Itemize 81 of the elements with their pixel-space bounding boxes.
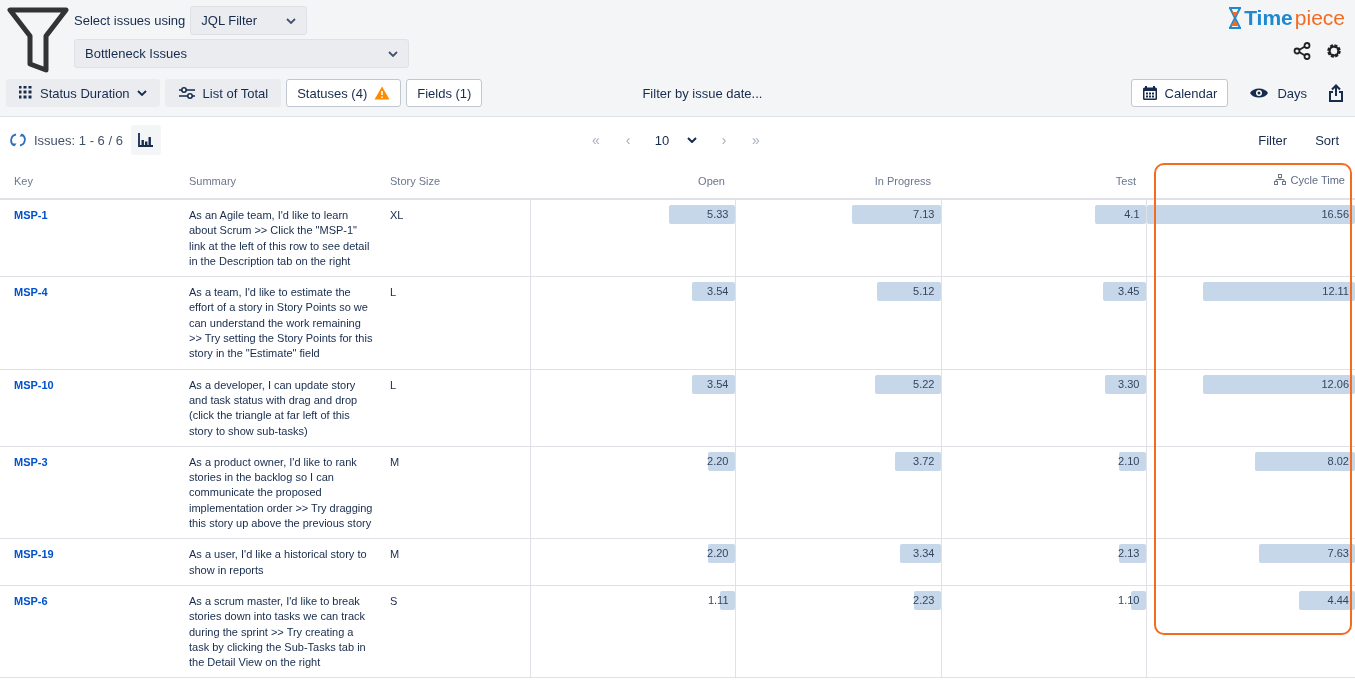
warning-icon <box>374 86 391 100</box>
duration-value: 4.44 <box>1327 592 1350 608</box>
issue-count: Issues: 1 - 6 / 6 <box>34 132 123 148</box>
duration-value: 7.63 <box>1327 546 1350 562</box>
issue-key-link[interactable]: MSP-6 <box>14 594 48 607</box>
summary-cell: As a product owner, I'd like to rank stories in the backlog so I can communicate the proposed implementation order >> Try dragging this story up above the previous story <box>189 455 373 530</box>
issue-key-link[interactable]: MSP-3 <box>14 455 48 468</box>
hierarchy-icon <box>1273 174 1286 186</box>
duration-value: 12.06 <box>1321 376 1350 392</box>
select-label: Select issues using <box>74 13 186 28</box>
chevron-down-icon <box>136 90 147 96</box>
toolbar-button[interactable]: Statuses (4) <box>286 79 402 107</box>
eye-icon <box>1249 86 1270 100</box>
app-logo: Timepiece <box>1228 6 1345 30</box>
duration-value: 2.20 <box>707 453 730 469</box>
duration-value: 2.23 <box>913 592 936 608</box>
column-header[interactable]: In Progress <box>874 174 931 187</box>
duration-value: 2.10 <box>1118 453 1141 469</box>
summary-cell: As a developer, I can update story and task status with drag and drop (click the triangle at far left of this story to show sub-tasks) <box>189 378 358 437</box>
settings-icon[interactable] <box>1325 42 1343 60</box>
duration-value: 2.20 <box>707 546 730 562</box>
summary-cell: As a user, I'd like a historical story to show in reports <box>189 548 367 576</box>
summary-cell: As an Agile team, I'd like to learn about Scrum >> Click the "MSP-1" link at the left of this row to see detail in the Description tab on the right <box>189 209 370 267</box>
duration-value: 5.12 <box>913 284 936 300</box>
issue-key-link[interactable]: MSP-10 <box>14 378 54 391</box>
toolbar-button[interactable]: Fields (1) <box>406 79 483 107</box>
filter-mode-dropdown[interactable]: JQL Filter <box>190 6 308 35</box>
duration-value: 1.10 <box>1118 592 1141 608</box>
column-header[interactable]: Key <box>14 174 33 187</box>
grid-icon <box>19 86 33 100</box>
duration-value: 3.34 <box>913 546 936 562</box>
duration-value: 3.30 <box>1118 376 1141 392</box>
issue-key-link[interactable]: MSP-4 <box>14 286 48 299</box>
calendar-button[interactable]: Calendar <box>1130 79 1229 107</box>
summary-cell: As a scrum master, I'd like to break stories down into tasks we can track during the sprint >> Try creating a task by clicking the Sub-Tasks tab in the Detail View on the right <box>189 594 366 669</box>
refresh-icon[interactable] <box>10 132 26 148</box>
issue-key-link[interactable]: MSP-1 <box>14 209 48 221</box>
chevron-down-icon <box>388 50 398 57</box>
duration-value: 1.11 <box>707 592 730 608</box>
column-header[interactable]: Summary <box>189 174 237 187</box>
calendar-icon <box>1141 85 1158 101</box>
chart-toggle-button[interactable] <box>130 125 161 155</box>
column-header[interactable]: Open <box>698 174 725 187</box>
sliders-icon <box>177 86 196 100</box>
duration-value: 3.54 <box>707 376 730 392</box>
export-icon[interactable] <box>1328 84 1344 102</box>
bar-chart-icon <box>137 133 154 147</box>
filter-button[interactable]: Filter <box>1252 132 1294 148</box>
summary-cell: As a team, I'd like to estimate the effort of a story in Story Points so we can understand the work remaining >> Try setting the Story Points for this story in the "Estimate" field <box>189 286 373 360</box>
sort-button[interactable]: Sort <box>1309 132 1345 148</box>
story-size-cell: M <box>390 548 400 561</box>
toolbar-button[interactable]: List of Total <box>164 79 282 107</box>
duration-value: 3.72 <box>913 453 936 469</box>
date-filter-link[interactable]: Filter by issue date... <box>642 85 763 101</box>
duration-value: 3.54 <box>707 284 730 300</box>
duration-value: 5.22 <box>913 376 936 392</box>
duration-value: 5.33 <box>707 206 730 222</box>
filter-funnel-icon <box>6 6 70 74</box>
saved-filter-dropdown[interactable]: Bottleneck Issues <box>74 39 409 68</box>
issue-key-link[interactable]: MSP-19 <box>14 548 54 561</box>
chevron-down-icon <box>687 137 698 143</box>
duration-value: 8.02 <box>1327 453 1350 469</box>
story-size-cell: M <box>390 455 400 468</box>
column-header[interactable]: Test <box>1115 174 1136 187</box>
column-header[interactable]: Story Size <box>390 174 441 187</box>
story-size-cell: L <box>390 378 397 391</box>
chevron-down-icon <box>286 17 297 24</box>
duration-value: 16.56 <box>1321 206 1350 222</box>
duration-value: 4.1 <box>1124 206 1141 222</box>
story-size-cell: L <box>390 286 397 299</box>
duration-value: 7.13 <box>913 206 936 222</box>
view-mode-button[interactable]: Days <box>1243 85 1313 101</box>
page-size-dropdown[interactable]: 10 <box>646 132 706 148</box>
duration-value: 2.13 <box>1118 546 1141 562</box>
duration-value: 12.11 <box>1322 284 1350 300</box>
story-size-cell: S <box>390 594 398 607</box>
story-size-cell: XL <box>390 209 404 221</box>
share-icon[interactable] <box>1293 42 1311 60</box>
column-header[interactable]: Cycle Time <box>1290 173 1345 186</box>
duration-value: 3.45 <box>1118 284 1141 300</box>
view-dropdown[interactable]: Status Duration <box>6 79 160 107</box>
